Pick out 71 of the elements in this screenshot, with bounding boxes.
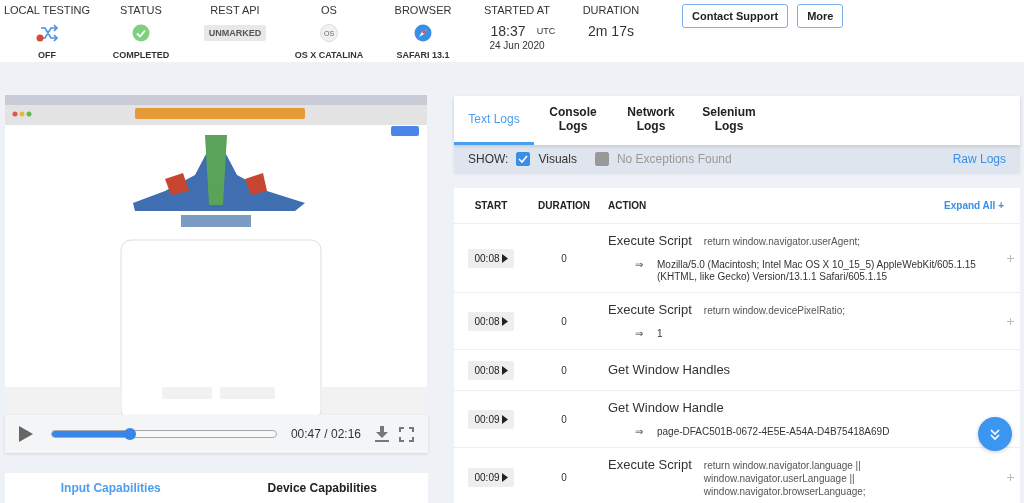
info-label: REST API bbox=[210, 4, 260, 18]
info-label: DURATION bbox=[582, 4, 640, 18]
action-name: Get Window Handle bbox=[608, 400, 724, 416]
capabilities-tab[interactable]: Device Capabilities bbox=[216, 473, 428, 496]
play-icon[interactable] bbox=[19, 426, 33, 442]
duration-cell: 0 bbox=[561, 315, 567, 327]
action-name: Execute Script bbox=[608, 233, 692, 249]
play-icon bbox=[501, 414, 508, 424]
result-text: Mozilla/5.0 (Macintosh; Intel Mac OS X 10_15_5) AppleWebKit/605.1.15 (KHTML, like Gecko) Version/13.1.1 Safari/605.1.15 bbox=[657, 259, 977, 283]
checkbox-label: Visuals bbox=[538, 152, 577, 166]
result-arrow: ⇒ bbox=[635, 259, 643, 272]
duration-cell: 0 bbox=[561, 472, 567, 483]
action-name: Get Window Handles bbox=[608, 362, 731, 378]
result-arrow: ⇒ bbox=[635, 328, 643, 340]
log-tab[interactable]: Network Logs bbox=[612, 96, 690, 145]
info-label: STARTED AT bbox=[484, 4, 550, 18]
info-label: STATUS bbox=[120, 4, 162, 18]
start-date: 24 Jun 2020 bbox=[489, 40, 545, 51]
seek-slider[interactable] bbox=[51, 430, 277, 438]
header-button[interactable]: More bbox=[797, 4, 844, 28]
action-name: Execute Script bbox=[608, 302, 692, 318]
action-detail: return window.devicePixelRatio; bbox=[703, 304, 846, 317]
result-text: 1 bbox=[657, 328, 663, 340]
show-label: SHOW: bbox=[468, 152, 509, 166]
timestamp-button[interactable]: 00:08 bbox=[468, 248, 514, 268]
action-name: Execute Script bbox=[608, 457, 692, 473]
plus-icon[interactable] bbox=[1006, 474, 1014, 481]
info-label: BROWSER bbox=[394, 4, 452, 18]
playback-time: 00:47 / 02:16 bbox=[290, 427, 361, 441]
play-icon bbox=[501, 316, 508, 326]
fullscreen-icon[interactable] bbox=[399, 426, 414, 442]
column-header: DURATION bbox=[537, 200, 591, 211]
action-detail: return window.navigator.userAgent; bbox=[703, 235, 862, 248]
compass-icon bbox=[414, 24, 432, 42]
duration-cell: 0 bbox=[561, 364, 567, 376]
duration-value: 2m 17s bbox=[588, 23, 634, 39]
result-text: page-DFAC501B-0672-4E5E-A54A-D4B75418A69D bbox=[657, 426, 890, 438]
result-arrow: ⇒ bbox=[635, 426, 643, 438]
checkbox[interactable] bbox=[516, 152, 531, 166]
timestamp-button[interactable]: 00:08 bbox=[468, 311, 514, 331]
info-value: OS X CATALINA bbox=[294, 50, 364, 60]
info-value: OFF bbox=[38, 50, 56, 60]
plus-icon[interactable] bbox=[1006, 254, 1014, 262]
download-icon[interactable] bbox=[375, 426, 389, 442]
column-header: START bbox=[473, 200, 509, 211]
log-tab[interactable]: Console Logs bbox=[534, 96, 612, 145]
action-detail: return window.navigator.language || window.navigator.userLanguage || window.navigator.browserLanguage; bbox=[703, 459, 867, 498]
status-badge: UNMARKED bbox=[203, 25, 267, 41]
double-chevron-down-icon bbox=[988, 427, 1002, 441]
play-icon bbox=[501, 473, 508, 482]
plus-icon[interactable] bbox=[1006, 317, 1014, 325]
slider-thumb[interactable] bbox=[124, 428, 137, 440]
check-icon bbox=[132, 24, 150, 42]
timestamp-button[interactable]: 00:09 bbox=[468, 468, 514, 487]
play-icon bbox=[501, 365, 508, 375]
duration-cell: 0 bbox=[561, 252, 567, 264]
info-label: OS bbox=[321, 4, 337, 18]
timestamp-button[interactable]: 00:08 bbox=[468, 360, 514, 380]
timestamp-button[interactable]: 00:09 bbox=[468, 409, 514, 429]
column-header: ACTION bbox=[607, 200, 648, 211]
info-value: SAFARI 13.1 bbox=[396, 50, 450, 60]
duration-cell: 0 bbox=[561, 413, 567, 425]
time-zone: UTC bbox=[536, 26, 556, 36]
log-tab[interactable]: Selenium Logs bbox=[690, 96, 768, 145]
checkbox-label: No Exceptions Found bbox=[616, 152, 732, 166]
shuffle-icon bbox=[35, 24, 59, 42]
info-value: COMPLETED bbox=[112, 50, 170, 60]
start-time: 18:37 bbox=[490, 23, 526, 39]
info-label: LOCAL TESTING bbox=[3, 4, 91, 18]
play-icon bbox=[501, 253, 508, 263]
header-button[interactable]: Contact Support bbox=[682, 4, 789, 28]
